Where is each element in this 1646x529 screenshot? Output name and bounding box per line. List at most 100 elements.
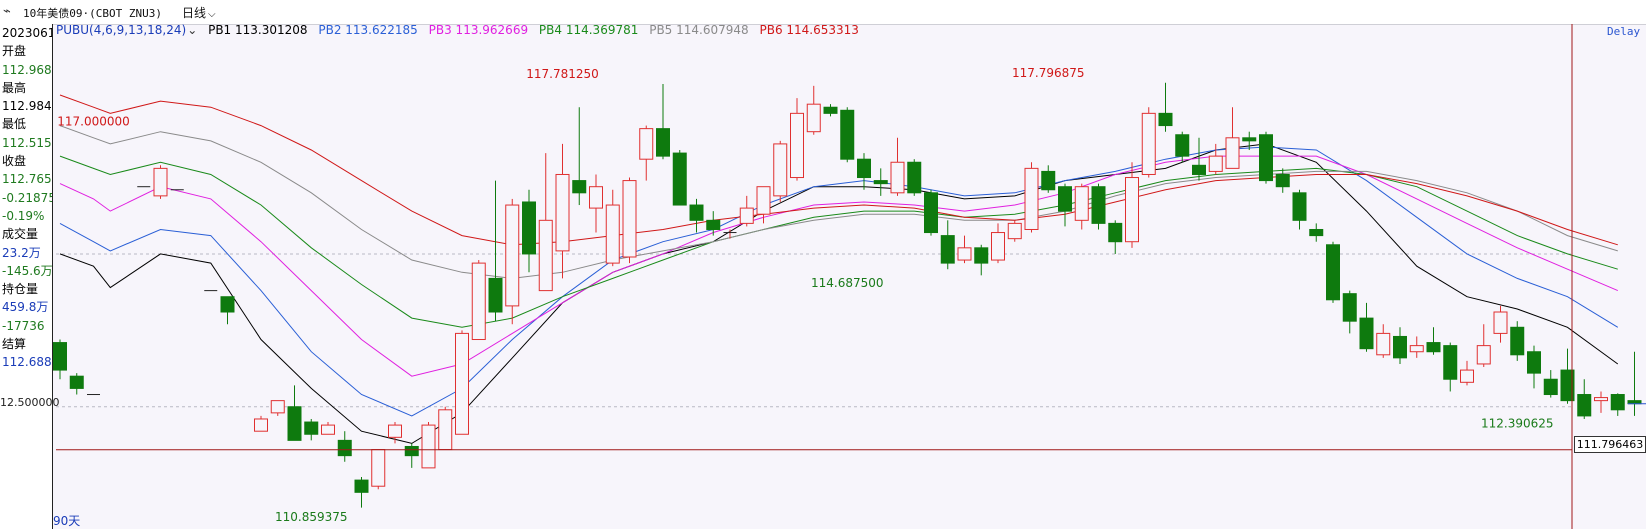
price-annotation: 112.390625 (1481, 416, 1554, 430)
candle-body (991, 232, 1005, 261)
candle-body (1443, 345, 1458, 380)
candle-body (1476, 345, 1491, 365)
candle-body (254, 418, 268, 432)
indicator-line-pb6 (59, 94, 1618, 246)
legend-pb6: PB6 114.653313 (759, 23, 859, 37)
candle-body (1493, 311, 1508, 334)
candle-body (371, 449, 386, 487)
candle-body (1393, 335, 1407, 359)
candle-body (1208, 155, 1223, 172)
candle-body (1292, 192, 1307, 221)
candle-body (1610, 394, 1625, 411)
legend-pb5: PB5 114.607948 (649, 23, 749, 37)
legend-pb2: PB2 113.622185 (318, 23, 418, 37)
candle-body (1326, 244, 1340, 301)
candle-body (1125, 177, 1139, 243)
candle-body (304, 421, 319, 435)
candle-body (455, 332, 469, 435)
price-annotation: 117.796875 (1012, 66, 1085, 80)
candle-body (1426, 342, 1441, 353)
candle-body (1527, 351, 1541, 374)
candle-body (1175, 134, 1190, 157)
candle-body (1007, 222, 1022, 240)
crosshair-price-label: 111.796463 (1574, 436, 1646, 453)
candle-body (1259, 134, 1273, 182)
indicator-name[interactable]: PUBU(4,6,9,13,18,24) (56, 23, 186, 37)
candle-body (1342, 293, 1357, 322)
price-annotation: 110.859375 (275, 510, 348, 524)
candle-body (1275, 173, 1290, 188)
candle-body (1041, 170, 1056, 191)
candle-body (1091, 186, 1106, 224)
candle-body (1594, 397, 1608, 402)
candle-body (890, 161, 905, 194)
candle-body (605, 204, 620, 264)
candle-body (1577, 394, 1592, 417)
legend-pb1: PB1 113.301208 (208, 23, 308, 37)
candle-body (1158, 112, 1173, 127)
delay-label: Delay (1607, 25, 1641, 38)
candle-body (337, 439, 352, 457)
left-axis-label: 12.500000 (0, 396, 60, 409)
candle-body (321, 424, 335, 435)
candle-body (790, 112, 804, 179)
candle-body (1309, 228, 1324, 237)
candle-body (823, 106, 838, 114)
price-annotation: 117.781250 (526, 67, 599, 81)
candle-body (1108, 222, 1123, 243)
candle-body (270, 400, 285, 414)
candle-body (388, 424, 402, 438)
candle-body (756, 186, 771, 215)
candle-body (1024, 167, 1039, 230)
candle-body (1543, 378, 1558, 396)
candle-body (1376, 332, 1391, 356)
candle-body (589, 186, 603, 209)
candle-body (940, 235, 955, 264)
candle-body (622, 180, 637, 258)
candle-body (1225, 137, 1240, 169)
candle-body (555, 173, 570, 252)
candle-body (438, 409, 453, 451)
candle-body (873, 180, 888, 185)
legend-pb4: PB4 114.369781 (538, 23, 639, 37)
price-annotation: 117.000000 (57, 115, 130, 129)
candle-body (522, 201, 536, 255)
candle-body (354, 479, 369, 493)
candle-body (689, 204, 704, 221)
legend-pb3: PB3 113.962669 (428, 23, 529, 37)
candle-body (220, 296, 235, 313)
candle-body (538, 219, 553, 292)
days-label: 90天 (53, 514, 81, 528)
candle-body (287, 406, 302, 441)
indicator-line-pb5 (59, 125, 1618, 279)
candle-body (471, 262, 486, 341)
candle-body (1141, 112, 1156, 175)
candle-body (773, 143, 788, 197)
candle-body (739, 207, 754, 224)
candlestick-chart[interactable]: 117.000000 117.781250 117.796875 114.687500… (0, 0, 1646, 529)
candle-body (1242, 137, 1257, 142)
chevron-down-icon[interactable]: ⌄ (187, 23, 197, 37)
candle-body (1058, 186, 1072, 212)
candle-body (974, 247, 989, 264)
candle-body (153, 167, 168, 197)
candle-body (907, 161, 922, 194)
candle-body (53, 342, 67, 371)
indicator-legend[interactable]: PUBU(4,6,9,13,18,24)⌄ PB1 113.301208 PB2… (56, 23, 866, 37)
candle-body (857, 158, 871, 179)
candle-body (924, 192, 938, 234)
candle-body (1359, 317, 1374, 350)
candle-body (672, 152, 687, 206)
candle-body (840, 109, 855, 160)
candle-body (404, 445, 419, 457)
candle-body (806, 103, 821, 133)
candle-body (1192, 164, 1206, 175)
price-annotation: 114.687500 (811, 276, 884, 290)
candle-body (1510, 326, 1525, 356)
candle-body (1074, 186, 1089, 221)
candle-body (706, 219, 721, 230)
candle-body (1460, 369, 1474, 383)
candle-body (488, 277, 503, 313)
candle-body (69, 375, 84, 389)
indicator-line-pb1 (59, 143, 1619, 444)
